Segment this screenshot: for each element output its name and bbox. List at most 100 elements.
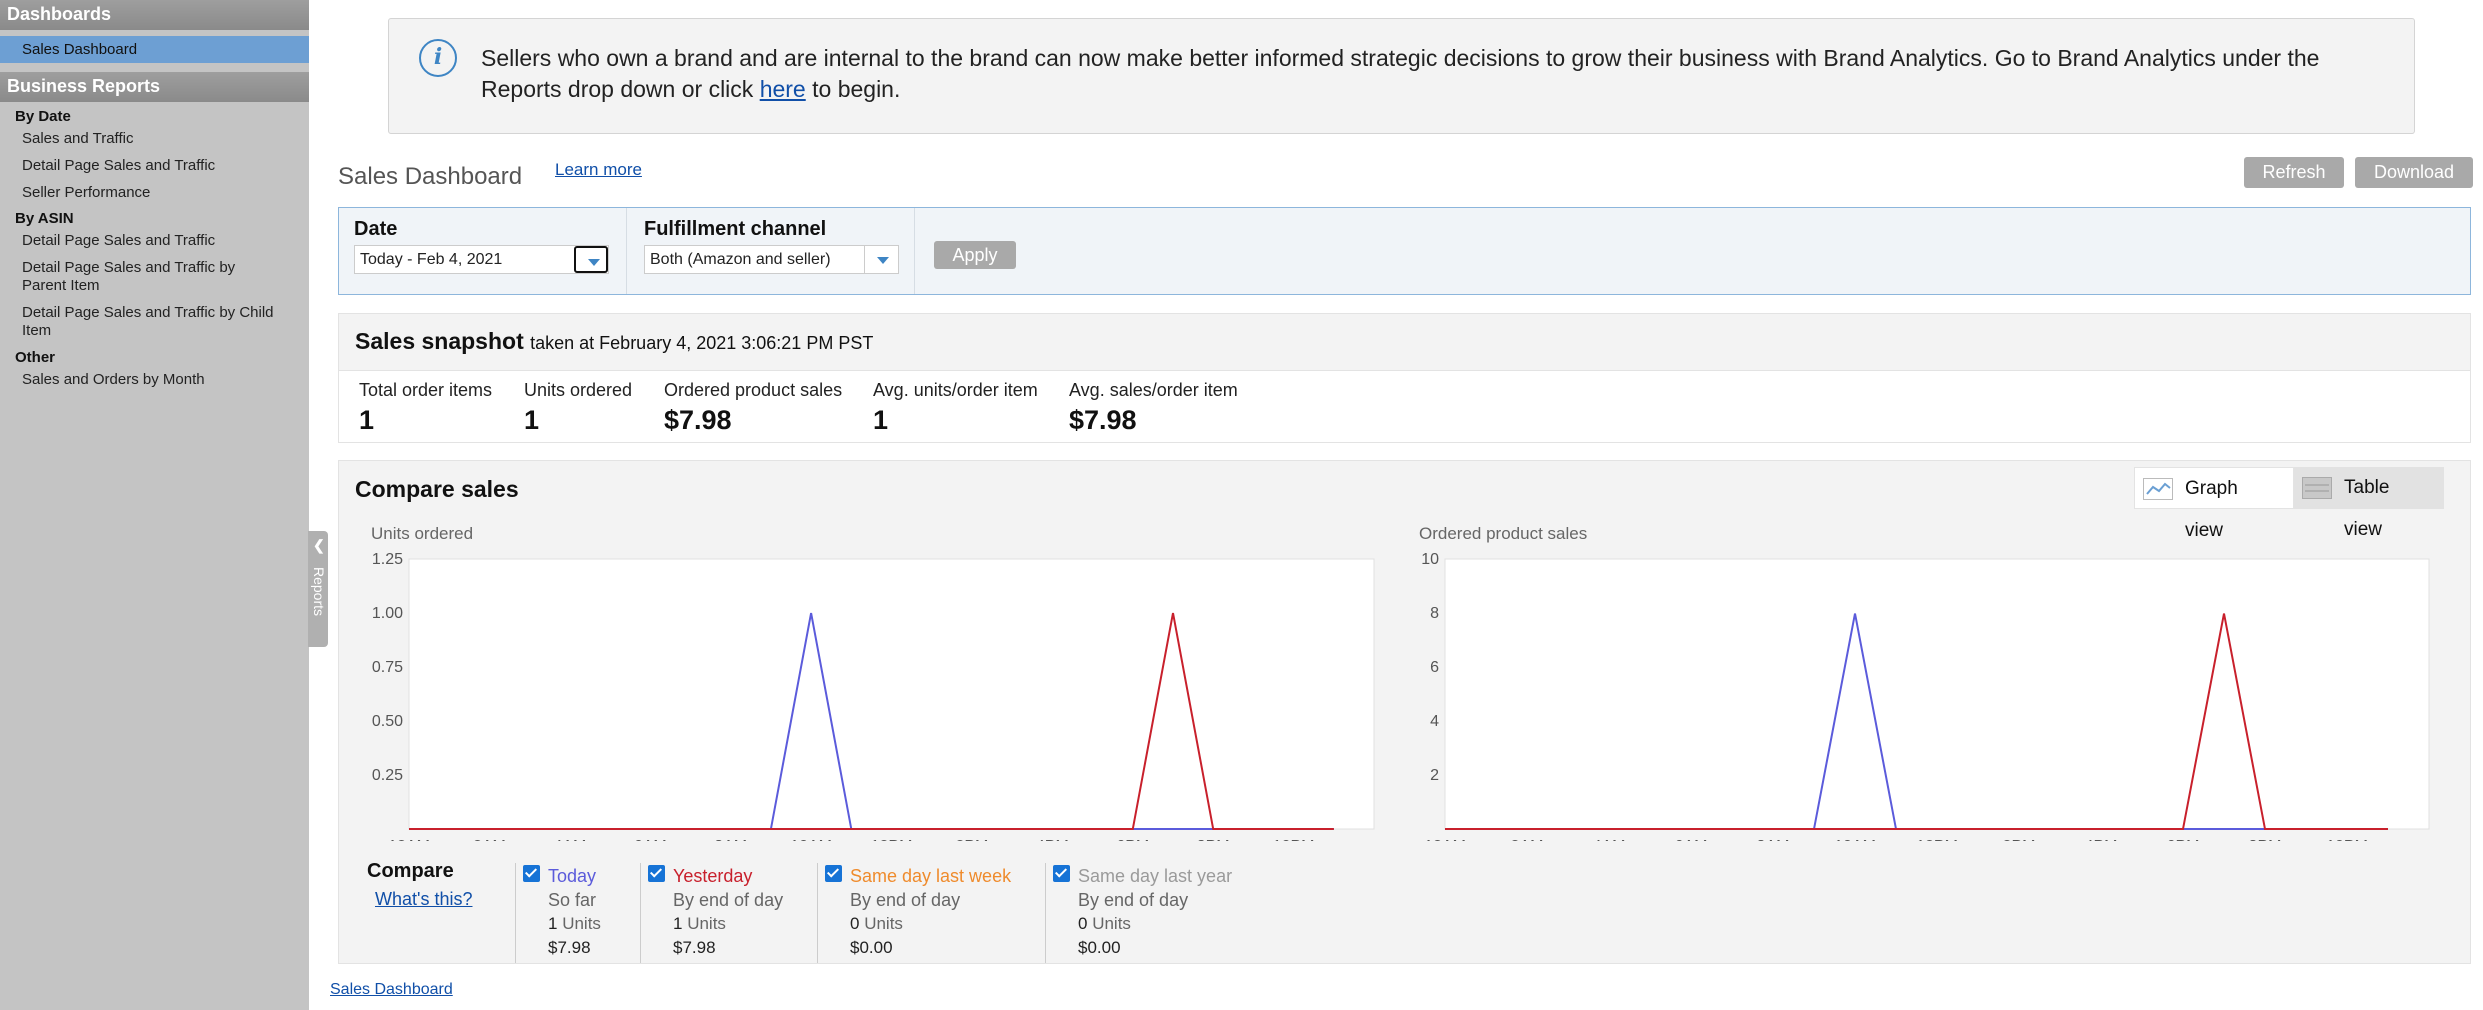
y-tick-label: 0.50: [372, 713, 403, 730]
sales-snapshot-panel: Sales snapshot taken at February 4, 2021…: [338, 313, 2471, 443]
apply-button[interactable]: Apply: [934, 241, 1016, 269]
x-tick-label: 8AM: [1757, 838, 1790, 841]
x-tick-label: 2PM: [2003, 838, 2036, 841]
refresh-button[interactable]: Refresh: [2244, 157, 2344, 188]
metric-value: 1: [524, 405, 540, 435]
reports-collapse-tab[interactable]: ❮ Reports: [308, 531, 328, 647]
sidebar-item-sales-dashboard[interactable]: Sales Dashboard: [0, 36, 309, 63]
table-view-toggle[interactable]: Table view: [2294, 467, 2444, 540]
sidebar-group-by-asin: By ASIN: [15, 210, 74, 227]
series-name: Today: [548, 866, 597, 886]
x-tick-label: 2PM: [955, 838, 988, 841]
learn-more-link[interactable]: Learn more: [555, 160, 642, 180]
metric-label: Avg. sales/order item: [1069, 380, 1238, 400]
units-label: Units: [562, 914, 601, 933]
metric-avg-units-order-item: Avg. units/order item 1: [873, 371, 1038, 436]
snapshot-title: Sales snapshot: [355, 328, 524, 354]
metric-label: Ordered product sales: [664, 380, 843, 400]
sidebar: Dashboards Sales Dashboard Business Repo…: [0, 0, 309, 1010]
y-tick-label: 4: [1430, 713, 1439, 730]
compare-label: Compare: [367, 860, 454, 882]
metric-label: Total order items: [359, 380, 493, 400]
metric-label: Units ordered: [524, 380, 633, 400]
y-tick-label: 1.25: [372, 551, 403, 568]
x-tick-label: 2AM: [1511, 838, 1544, 841]
fulfillment-channel-value: Both (Amazon and seller): [650, 251, 831, 268]
plot-area: [1444, 558, 2430, 830]
fulfillment-channel-select[interactable]: Both (Amazon and seller): [644, 245, 899, 274]
x-tick-label: 8AM: [714, 838, 747, 841]
line-chart-icon: [2143, 478, 2173, 500]
sidebar-item-asin-child-item[interactable]: Detail Page Sales and Traffic by Child I…: [22, 304, 282, 340]
units-label: Units: [1092, 914, 1131, 933]
x-tick-label: 2AM: [473, 838, 506, 841]
sidebar-item-detail-page-sales-and-traffic[interactable]: Detail Page Sales and Traffic: [22, 157, 282, 175]
metric-value: 1: [359, 405, 375, 435]
series-amount: $7.98: [673, 938, 716, 957]
x-tick-label: 12AM: [1424, 838, 1466, 841]
banner-text: Sellers who own a brand and are internal…: [481, 45, 2320, 102]
x-tick-label: 4AM: [1593, 838, 1626, 841]
sidebar-item-asin-detail-page[interactable]: Detail Page Sales and Traffic: [22, 232, 282, 250]
download-button[interactable]: Download: [2355, 157, 2473, 188]
footer-sales-dashboard-link[interactable]: Sales Dashboard: [330, 981, 453, 999]
x-tick-label: 10AM: [790, 838, 832, 841]
today-checkbox[interactable]: [523, 865, 540, 882]
fulfillment-channel-label: Fulfillment channel: [644, 218, 827, 240]
table-icon: [2302, 477, 2332, 499]
reports-tab-label: Reports: [311, 567, 327, 617]
series-sub: So far: [548, 890, 597, 910]
series-amount: $7.98: [548, 938, 591, 957]
x-tick-label: 6AM: [1675, 838, 1708, 841]
sidebar-item-sales-and-traffic[interactable]: Sales and Traffic: [22, 130, 282, 148]
x-tick-label: 10AM: [1834, 838, 1876, 841]
units-value: 1: [673, 914, 683, 933]
plot-area: [408, 558, 1375, 830]
series-amount: $0.00: [850, 938, 893, 957]
y-tick-label: 0.75: [372, 659, 403, 676]
compare-series-yesterday: Yesterday By end of day 1 Units $7.98: [640, 863, 817, 963]
x-tick-label: 8PM: [1197, 838, 1230, 841]
metric-value: $7.98: [1069, 405, 1137, 435]
sidebar-item-asin-parent-item[interactable]: Detail Page Sales and Traffic by Parent …: [22, 259, 282, 295]
chevron-down-icon[interactable]: [864, 246, 898, 273]
filter-divider: [914, 208, 915, 294]
x-tick-label: 4PM: [1036, 838, 1069, 841]
banner-here-link[interactable]: here: [760, 76, 806, 102]
sidebar-item-sales-orders-month[interactable]: Sales and Orders by Month: [22, 371, 282, 389]
units-value: 1: [548, 914, 558, 933]
x-tick-label: 12PM: [1916, 838, 1958, 841]
snapshot-metrics: Total order items 1 Units ordered 1 Orde…: [339, 370, 2470, 442]
metric-avg-sales-order-item: Avg. sales/order item $7.98: [1069, 371, 1238, 436]
sidebar-header-business-reports: Business Reports: [0, 72, 309, 102]
series-amount: $0.00: [1078, 938, 1121, 957]
brand-analytics-banner: i Sellers who own a brand and are intern…: [388, 18, 2415, 134]
last-year-checkbox[interactable]: [1053, 865, 1070, 882]
date-select-value: Today - Feb 4, 2021: [360, 251, 503, 268]
series-sub: By end of day: [850, 890, 961, 910]
compare-sales-title: Compare sales: [355, 476, 519, 502]
yesterday-checkbox[interactable]: [648, 865, 665, 882]
sidebar-item-seller-performance[interactable]: Seller Performance: [22, 184, 282, 202]
series-units: 0 Units: [850, 914, 903, 934]
y-tick-label: 6: [1430, 659, 1439, 676]
date-select[interactable]: Today - Feb 4, 2021: [354, 245, 609, 274]
units-ordered-chart: 1.25 1.00 0.75 0.50 0.25 12AM 2AM 4AM 6AM 8AM 10AM…: [372, 551, 1375, 841]
metric-ordered-product-sales: Ordered product sales $7.98: [664, 371, 842, 436]
page-title: Sales Dashboard: [338, 163, 523, 190]
chevron-down-icon[interactable]: [574, 246, 608, 273]
x-tick-label: 6PM: [1116, 838, 1149, 841]
y-tick-label: 1.00: [372, 605, 403, 622]
banner-message: Sellers who own a brand and are internal…: [481, 43, 2391, 105]
whats-this-link[interactable]: What's this?: [375, 889, 472, 910]
metric-value: $7.98: [664, 405, 732, 435]
units-value: 0: [850, 914, 860, 933]
filter-bar: Date Today - Feb 4, 2021 Fulfillment cha…: [338, 207, 2471, 295]
chevron-left-icon: ❮: [313, 537, 325, 553]
units-label: Units: [687, 914, 726, 933]
compare-series-last-year: Same day last year By end of day 0 Units…: [1045, 863, 1275, 963]
last-week-checkbox[interactable]: [825, 865, 842, 882]
graph-view-toggle[interactable]: Graph view: [2134, 467, 2294, 541]
metric-label: Avg. units/order item: [873, 380, 1038, 400]
series-name: Same day last year: [1078, 866, 1233, 886]
